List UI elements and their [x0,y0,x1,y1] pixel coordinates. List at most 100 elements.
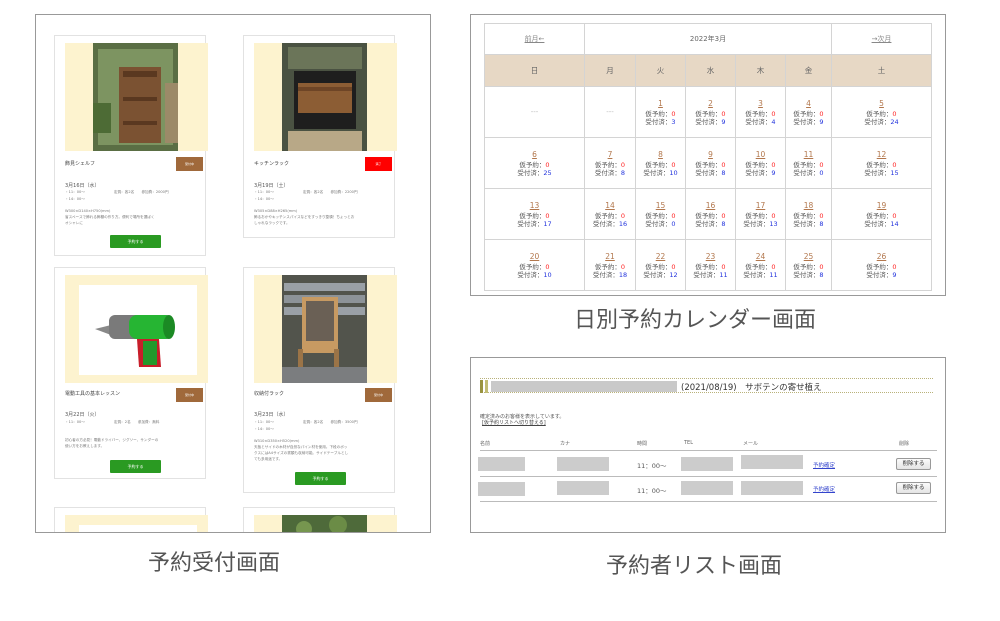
day-link[interactable]: 7 [585,150,635,159]
calendar-day-cell: 20 仮予約：0 受付済：10 [484,239,585,291]
accepted-count: 受付済：11 [693,270,728,279]
workshop-photo [254,515,397,532]
day-link[interactable]: 22 [636,252,685,261]
calendar-day-cell: 18 仮予約：0 受付済：8 [785,188,832,240]
day-link[interactable]: 20 [485,252,584,261]
calendar-day-cell: 7 仮予約：0 受付済：8 [584,137,636,189]
accepted-count: 受付済：9 [695,117,726,126]
day-link[interactable]: 8 [636,150,685,159]
provisional-count: 仮予約：0 [745,262,776,271]
reservation-list-screen: (2021/08/19) サボテンの寄せ植え 確定済みのお客様を表示しています。… [470,357,946,533]
confirm-reservation-link[interactable]: 予約確定 [813,485,835,493]
accepted-count: 受付済：3 [645,117,676,126]
day-link[interactable]: 16 [686,201,735,210]
provisional-count: 仮予約：0 [866,211,897,220]
day-link[interactable]: 9 [686,150,735,159]
column-header-name: 名前 [480,441,491,447]
day-link[interactable]: 13 [485,201,584,210]
day-link[interactable]: 11 [786,150,831,159]
delete-button[interactable]: 削除する [896,482,931,494]
accepted-count: 受付済：9 [745,168,776,177]
redacted-kana [557,481,609,495]
accepted-count: 受付済：8 [793,270,824,279]
workshop-date: 3月19日（土） [254,183,289,189]
day-link[interactable]: 15 [636,201,685,210]
workshop-capacity-fee: 定員：2名 参加費：無料 [114,420,160,424]
accepted-count: 受付済：10 [643,168,678,177]
next-month-link[interactable]: →次月 [872,35,892,43]
day-link[interactable]: 24 [736,252,785,261]
status-badge: 受付中 [176,388,203,402]
column-header-kana: カナ [560,441,571,447]
calendar-week-row: 13 仮予約：0 受付済：17 14 仮予約：0 受付済：16 15 仮予約：0 受付済：0 16… [484,188,932,240]
workshop-date: 3月23日（水） [254,412,289,418]
provisional-count: 仮予約：0 [695,160,726,169]
provisional-count: 仮予約：0 [594,211,626,220]
day-link[interactable]: 21 [585,252,635,261]
workshop-card [243,507,397,532]
accepted-count: 受付済：12 [643,270,678,279]
day-link[interactable]: 2 [686,99,735,108]
provisional-count: 仮予約：0 [866,160,897,169]
reserve-button[interactable]: 予約する [110,235,161,248]
workshop-time: ・11：00〜 [254,190,274,194]
provisional-count: 仮予約：0 [866,109,897,118]
redacted-kana [557,457,609,471]
provisional-count: 仮予約：0 [793,109,824,118]
calendar-week-row: 20 仮予約：0 受付済：10 21 仮予約：0 受付済：18 22 仮予約：0 受付済：12 2… [484,239,932,291]
day-link[interactable]: 1 [636,99,685,108]
workshop-photo [254,275,397,383]
workshop-photo [65,515,208,532]
reserve-button[interactable]: 予約する [295,472,346,485]
day-link[interactable]: 12 [832,150,931,159]
day-link[interactable]: 26 [832,252,931,261]
next-month-cell: →次月 [831,23,932,55]
workshop-photo [65,43,208,151]
day-link[interactable]: 23 [686,252,735,261]
prev-month-link[interactable]: 前月← [525,35,545,43]
day-link[interactable]: 5 [832,99,931,108]
accepted-count: 受付済：24 [864,117,899,126]
accepted-count: 受付済：8 [695,168,726,177]
provisional-count: 仮予約：0 [645,160,676,169]
day-link[interactable]: 25 [786,252,831,261]
provisional-count: 仮予約：0 [645,211,676,220]
calendar-day-cell: 26 仮予約：0 受付済：9 [831,239,932,291]
reserve-button[interactable]: 予約する [110,460,161,473]
calendar-empty-cell: --- [584,86,636,138]
day-link[interactable]: 17 [736,201,785,210]
workshop-capacity-fee: 定員：各2名 参加費：2200円 [303,190,358,194]
day-link[interactable]: 19 [832,201,931,210]
day-link[interactable]: 6 [485,150,584,159]
caption-reception-screen: 予約受付画面 [148,551,281,576]
switch-provisional-list-link[interactable]: [仮予約リストへ切り替える] [482,419,546,426]
calendar-day-cell: 1 仮予約：0 受付済：3 [635,86,686,138]
accepted-count: 受付済：4 [745,117,776,126]
day-link[interactable]: 4 [786,99,831,108]
day-link[interactable]: 14 [585,201,635,210]
weekday-header: 水 [685,54,736,87]
redacted-mail [741,481,803,495]
workshop-card: 飾見シェルフ 受付中 3月16日（水） ・11：00〜 定員：各2名 参加費：2… [54,35,208,256]
workshop-title: 飾見シェルフ [65,161,96,167]
empty-placeholder: --- [530,108,539,116]
accepted-count: 受付済：8 [594,168,626,177]
accepted-count: 受付済：9 [866,270,897,279]
workshop-time: ・11：00〜 [254,420,274,424]
workshop-card: キッチンラック 満了 3月19日（土） ・11：00〜 定員：各2名 参加費：2… [243,35,397,238]
provisional-count: 仮予約：0 [519,160,550,169]
workshop-title: 電動工具の基本レッスン [65,391,121,397]
workshop-time: ・11：00〜 [65,190,85,194]
accepted-count: 受付済：18 [592,270,628,279]
redacted-name [478,482,525,496]
delete-button[interactable]: 削除する [896,458,931,470]
day-link[interactable]: 3 [736,99,785,108]
day-link[interactable]: 10 [736,150,785,159]
reservation-reception-screen: 飾見シェルフ 受付中 3月16日（水） ・11：00〜 定員：各2名 参加費：2… [35,14,431,533]
calendar-day-cell: 9 仮予約：0 受付済：8 [685,137,736,189]
provisional-count: 仮予約：0 [745,160,776,169]
day-link[interactable]: 18 [786,201,831,210]
empty-placeholder: --- [606,108,614,116]
provisional-count: 仮予約：0 [594,160,626,169]
confirm-reservation-link[interactable]: 予約確定 [813,461,835,469]
